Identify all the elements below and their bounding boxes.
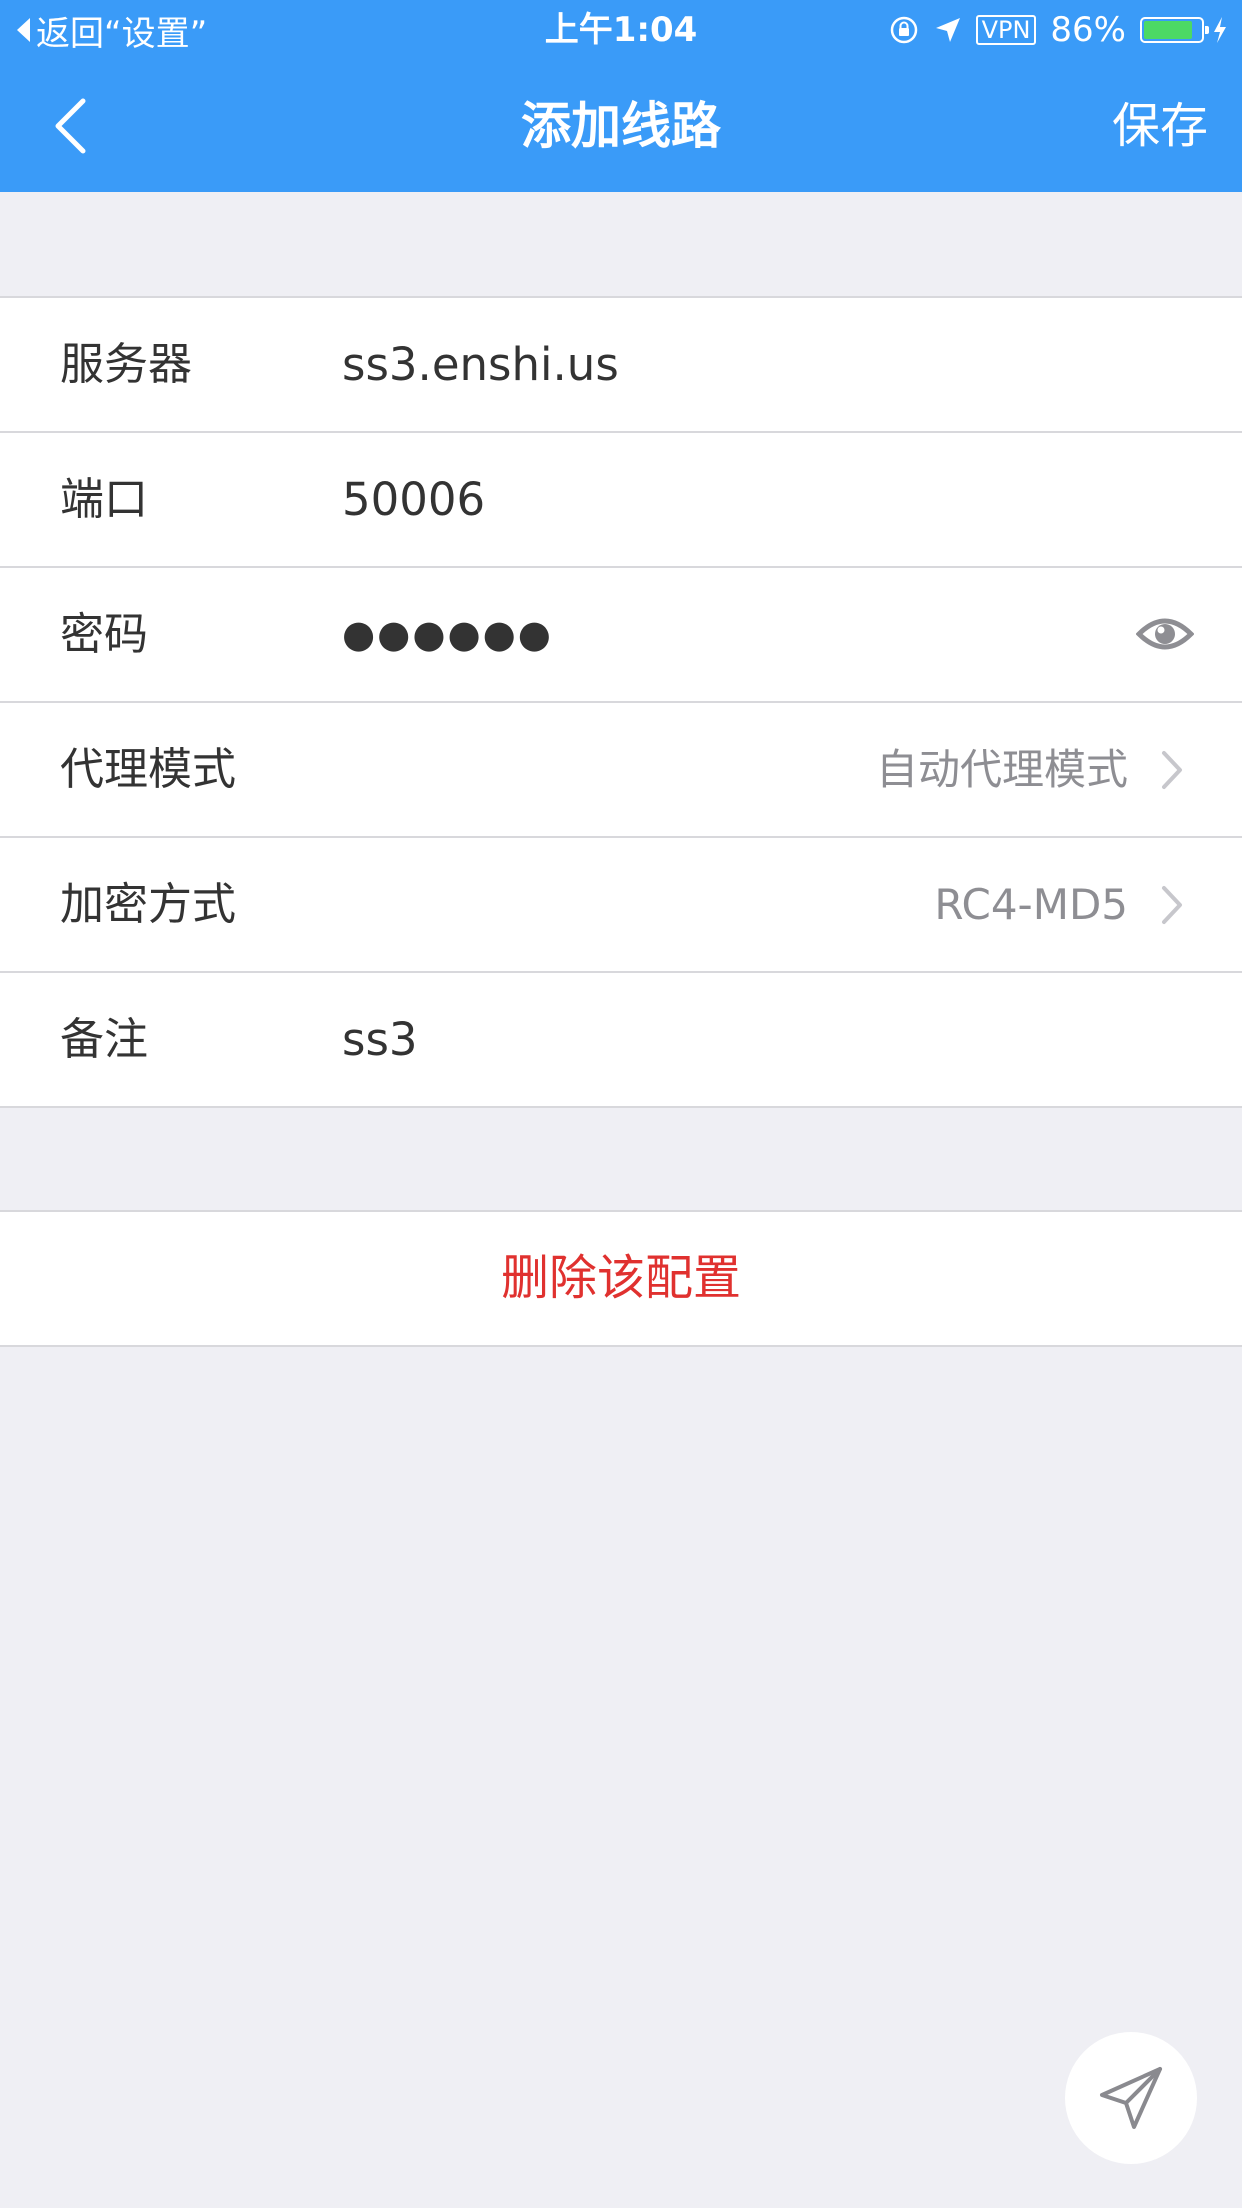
proxy-mode-label: 代理模式 <box>60 744 236 795</box>
remark-input[interactable]: ss3 <box>342 973 418 1106</box>
remark-row[interactable]: 备注 ss3 <box>0 973 1242 1106</box>
port-row[interactable]: 端口 50006 <box>0 433 1242 568</box>
port-input[interactable]: 50006 <box>342 433 485 566</box>
send-fab-button[interactable] <box>1065 2032 1197 2164</box>
eye-icon[interactable] <box>1136 612 1194 656</box>
battery-icon <box>1140 17 1209 43</box>
encryption-value: RC4-MD5 <box>934 880 1128 929</box>
rotation-lock-icon <box>890 16 917 44</box>
vpn-badge: VPN <box>975 15 1037 45</box>
remark-label: 备注 <box>60 1014 148 1065</box>
proxy-mode-row[interactable]: 代理模式 自动代理模式 <box>0 703 1242 838</box>
server-row[interactable]: 服务器 ss3.enshi.us <box>0 298 1242 433</box>
battery-percent: 86% <box>1050 10 1126 50</box>
navigation-bar: 添加线路 保存 <box>0 60 1242 192</box>
page-title: 添加线路 <box>521 97 721 155</box>
password-label: 密码 <box>60 609 148 660</box>
server-label: 服务器 <box>60 339 192 390</box>
chevron-right-icon <box>1162 886 1182 924</box>
server-input[interactable]: ss3.enshi.us <box>342 298 619 431</box>
delete-section: 删除该配置 <box>0 1210 1242 1347</box>
status-bar: 返回“设置” 上午1:04 VPN 86% <box>0 0 1242 60</box>
encryption-row[interactable]: 加密方式 RC4-MD5 <box>0 838 1242 973</box>
battery-cap <box>1205 26 1209 34</box>
proxy-mode-value: 自动代理模式 <box>875 745 1128 794</box>
server-config-form: 服务器 ss3.enshi.us 端口 50006 密码 ●●●●●● 代理模式… <box>0 296 1242 1108</box>
encryption-label: 加密方式 <box>60 879 236 930</box>
password-input[interactable]: ●●●●●● <box>342 568 553 701</box>
chevron-right-icon <box>1162 751 1182 789</box>
port-label: 端口 <box>60 474 148 525</box>
save-button[interactable]: 保存 <box>1112 60 1208 192</box>
status-icons: VPN 86% <box>874 8 1228 52</box>
location-arrow-icon <box>935 18 960 42</box>
paper-plane-icon <box>1100 2067 1162 2129</box>
app-header: 返回“设置” 上午1:04 VPN 86% 添加线路 保存 <box>0 0 1242 192</box>
battery-fill <box>1144 21 1192 39</box>
password-row[interactable]: 密码 ●●●●●● <box>0 568 1242 703</box>
delete-config-button[interactable]: 删除该配置 <box>0 1212 1242 1345</box>
charging-bolt-icon <box>1214 17 1226 43</box>
